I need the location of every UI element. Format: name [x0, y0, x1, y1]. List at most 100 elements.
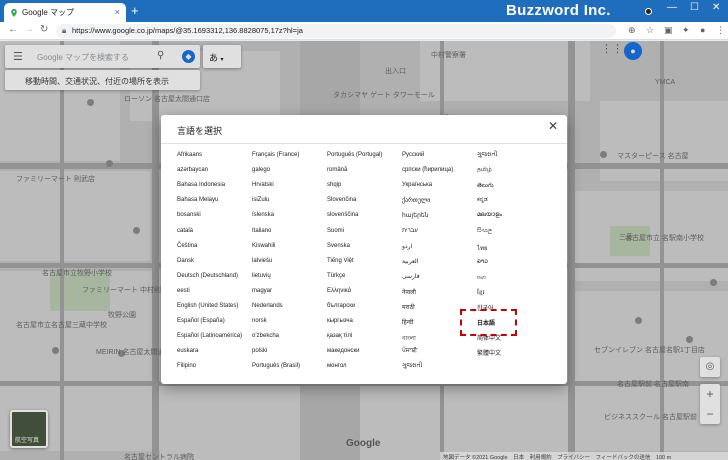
share-icon[interactable]: ⊕: [628, 25, 636, 36]
language-option[interactable]: Español (España): [177, 318, 225, 324]
language-option[interactable]: norsk: [252, 318, 267, 324]
language-option[interactable]: oʻzbekcha: [252, 333, 279, 339]
language-option[interactable]: ລາວ: [477, 258, 488, 265]
language-option[interactable]: Bahasa Indonesia: [177, 182, 225, 188]
language-option[interactable]: euskara: [177, 348, 198, 354]
language-option[interactable]: български: [327, 303, 355, 309]
language-option[interactable]: Português (Portugal): [327, 152, 382, 158]
language-option[interactable]: polski: [252, 348, 267, 354]
window-close-button[interactable]: ✕: [712, 2, 720, 13]
language-option[interactable]: فارسی: [402, 273, 420, 280]
browser-tab[interactable]: Google マップ ×: [4, 3, 126, 22]
account-icon[interactable]: ●: [700, 25, 705, 35]
language-option[interactable]: Kiswahili: [252, 243, 275, 249]
language-option[interactable]: Français (France): [252, 152, 299, 158]
bookmark-star-icon[interactable]: ☆: [646, 25, 654, 36]
address-bar[interactable]: 🔒︎ https://www.google.co.jp/maps/@35.169…: [56, 24, 616, 38]
language-option[interactable]: Afrikaans: [177, 152, 202, 158]
puzzle-icon[interactable]: ✦: [682, 25, 690, 36]
highlight-box: [460, 309, 517, 336]
language-option[interactable]: Tiếng Việt: [327, 258, 354, 264]
kebab-menu-icon[interactable]: ⋮: [716, 25, 725, 36]
language-option[interactable]: slovenščina: [327, 212, 358, 218]
language-option[interactable]: Dansk: [177, 258, 194, 264]
language-option[interactable]: ಕನ್ನಡ: [477, 197, 488, 204]
language-option[interactable]: Русский: [402, 152, 424, 158]
browser-titlebar: Google マップ × + Buzzword Inc. — ☐ ✕: [0, 0, 728, 22]
language-option[interactable]: ગુજરાતી: [402, 363, 422, 370]
language-option[interactable]: Slovenčina: [327, 197, 356, 203]
tab-close-icon[interactable]: ×: [115, 7, 120, 17]
browser-toolbar: ← → ↻ 🔒︎ https://www.google.co.jp/maps/@…: [0, 22, 728, 40]
language-option[interactable]: Suomi: [327, 228, 344, 234]
language-option[interactable]: বাংলা: [402, 333, 416, 344]
language-option[interactable]: עברית: [402, 228, 418, 234]
forward-icon[interactable]: →: [24, 24, 34, 35]
language-option[interactable]: isiZulu: [252, 197, 269, 203]
language-option[interactable]: galego: [252, 167, 270, 173]
maps-pin-icon: [11, 8, 17, 17]
language-option[interactable]: اردو: [402, 243, 412, 250]
language-option[interactable]: සිංහල: [477, 228, 492, 235]
language-option[interactable]: Ελληνικά: [327, 288, 351, 294]
language-option[interactable]: српски (ћирилица): [402, 167, 453, 173]
language-option[interactable]: Filipino: [177, 363, 196, 369]
language-option[interactable]: македонски: [327, 348, 360, 354]
language-option[interactable]: English (United States): [177, 303, 238, 309]
brand-watermark: Buzzword Inc.: [506, 2, 611, 19]
dialog-divider: [161, 143, 567, 144]
language-option[interactable]: ਪੰਜਾਬੀ: [402, 348, 417, 355]
language-option[interactable]: Hrvatski: [252, 182, 274, 188]
language-dialog: 言語を選択 ✕ Afrikaans azərbaycan Bahasa Indone…: [161, 115, 567, 384]
language-option[interactable]: română: [327, 167, 347, 173]
language-option[interactable]: ဗမာ: [477, 273, 486, 282]
back-icon[interactable]: ←: [8, 24, 18, 35]
language-option[interactable]: қазақ тілі: [327, 333, 352, 339]
language-option[interactable]: Svenska: [327, 243, 350, 249]
language-option[interactable]: íslenska: [252, 212, 274, 218]
language-option[interactable]: հայերեն: [402, 212, 429, 219]
url-text: https://www.google.co.jp/maps/@35.169331…: [72, 26, 303, 35]
language-option[interactable]: ქართული: [402, 197, 430, 204]
language-option[interactable]: తెలుగు: [477, 182, 494, 190]
language-option[interactable]: Deutsch (Deutschland): [177, 273, 238, 279]
language-option[interactable]: azərbaycan: [177, 167, 208, 173]
language-option[interactable]: Português (Brasil): [252, 363, 300, 369]
language-option[interactable]: Bahasa Melayu: [177, 197, 218, 203]
new-tab-button[interactable]: +: [131, 4, 139, 17]
language-option[interactable]: العربية: [402, 258, 418, 265]
language-option[interactable]: монгол: [327, 363, 347, 369]
language-option[interactable]: latviešu: [252, 258, 272, 264]
dialog-title: 言語を選択: [177, 126, 223, 136]
dialog-close-button[interactable]: ✕: [548, 120, 558, 132]
language-option[interactable]: हिन्दी: [402, 318, 413, 326]
language-option[interactable]: 繁體中文: [477, 348, 501, 357]
language-option[interactable]: lietuvių: [252, 273, 271, 279]
profile-dot-icon[interactable]: [645, 8, 652, 15]
tab-title: Google マップ: [22, 8, 75, 17]
language-option[interactable]: Türkçe: [327, 273, 345, 279]
language-option[interactable]: Українська: [402, 182, 432, 188]
language-option[interactable]: മലയാളം: [477, 212, 502, 219]
language-option[interactable]: eesti: [177, 288, 190, 294]
language-option[interactable]: Español (Latinoamérica): [177, 333, 242, 339]
language-option[interactable]: मराठी: [402, 303, 415, 311]
language-option[interactable]: magyar: [252, 288, 272, 294]
language-option[interactable]: ไทย: [477, 243, 488, 253]
language-option[interactable]: català: [177, 228, 193, 234]
minimize-button[interactable]: —: [667, 2, 677, 13]
language-option[interactable]: ខ្មែរ: [477, 288, 485, 297]
language-option[interactable]: shqip: [327, 182, 341, 188]
language-option[interactable]: Čeština: [177, 243, 197, 249]
language-option[interactable]: नेपाली: [402, 288, 416, 296]
language-option[interactable]: bosanski: [177, 212, 201, 218]
maximize-button[interactable]: ☐: [690, 2, 699, 13]
language-option[interactable]: кыргызча: [327, 318, 353, 324]
extension-icon[interactable]: ▣: [664, 25, 673, 36]
language-option[interactable]: Italiano: [252, 228, 271, 234]
language-option[interactable]: தமிழ்: [477, 167, 492, 174]
language-option[interactable]: Nederlands: [252, 303, 283, 309]
lock-icon: 🔒︎: [62, 26, 67, 35]
reload-icon[interactable]: ↻: [40, 24, 48, 35]
language-option[interactable]: ગુજરાતી: [477, 152, 497, 159]
